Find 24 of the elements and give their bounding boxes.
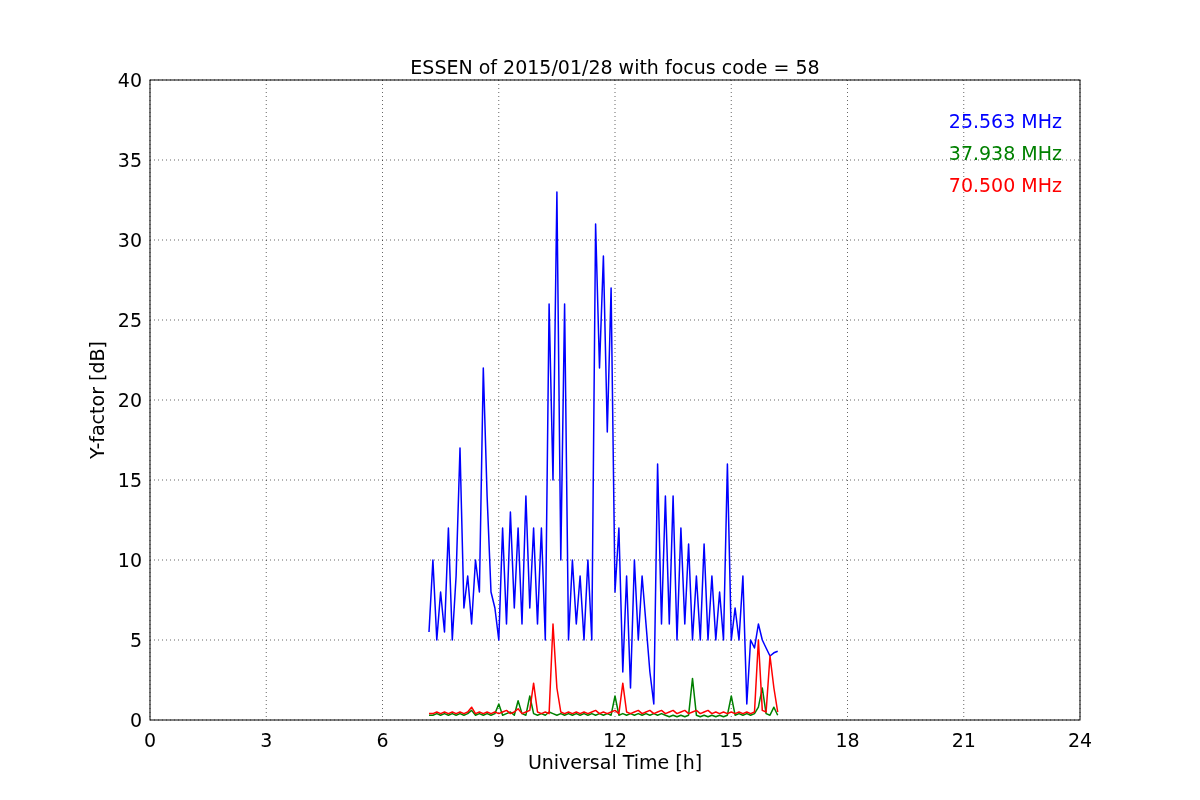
legend-label: 70.500 MHz: [948, 174, 1062, 196]
tick-label: 15: [117, 469, 142, 491]
tick-label: 24: [1067, 729, 1093, 751]
tick-label: 9: [492, 729, 505, 751]
tick-label: 5: [129, 629, 142, 651]
axis-label: Y-factor [dB]: [86, 341, 108, 459]
tick-label: 10: [117, 549, 142, 571]
tick-label: 20: [117, 389, 142, 411]
tick-label: 3: [260, 729, 273, 751]
tick-label: 0: [129, 709, 142, 731]
tick-label: 0: [143, 729, 157, 751]
tick-label: 35: [117, 149, 142, 171]
legend-label: 37.938 MHz: [948, 142, 1062, 164]
axis-label: Universal Time [h]: [527, 751, 703, 773]
tick-label: 21: [951, 729, 976, 751]
chart-title: ESSEN of 2015/01/28 with focus code = 58: [410, 56, 820, 78]
tick-label: 30: [117, 229, 142, 251]
tick-label: 6: [376, 729, 389, 751]
tick-label: 18: [835, 729, 860, 751]
tick-label: 25: [117, 309, 142, 331]
tick-label: 12: [602, 729, 628, 751]
tick-label: 40: [117, 69, 142, 91]
legend-label: 25.563 MHz: [948, 110, 1062, 132]
tick-label: 15: [719, 729, 744, 751]
